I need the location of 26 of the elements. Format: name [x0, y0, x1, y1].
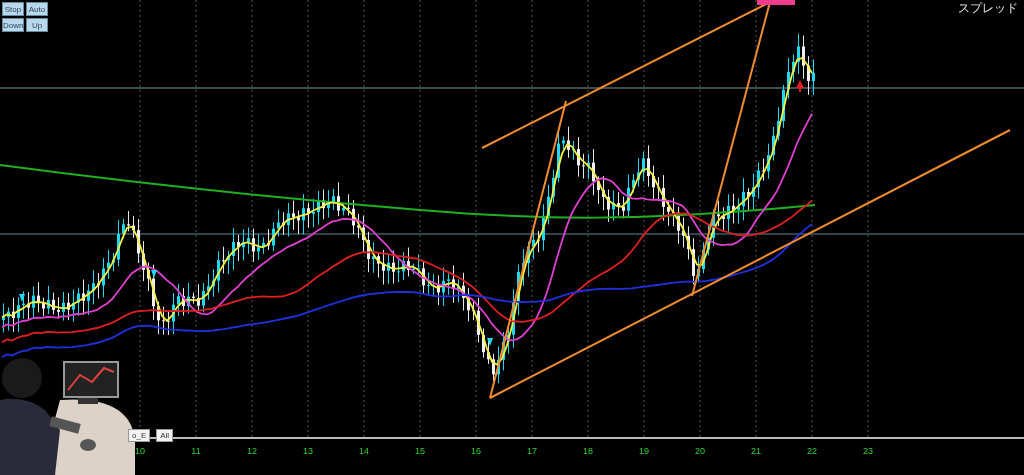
axis-label: 10 [134, 446, 146, 456]
spread-label: スプレッド [958, 1, 1018, 16]
chart-button[interactable]: Up [26, 18, 48, 32]
axis-label: 15 [414, 446, 426, 456]
arrow-icon [796, 80, 804, 92]
arrow-icon [19, 294, 25, 302]
axis-label: 20 [694, 446, 706, 456]
axis-label: 16 [470, 446, 482, 456]
arrow-icon [487, 338, 493, 346]
axis-label: 13 [302, 446, 314, 456]
axis-label: 12 [246, 446, 258, 456]
arrow-icon [151, 270, 157, 278]
axis-label: 14 [358, 446, 370, 456]
price-marker [757, 0, 795, 5]
chart-button[interactable]: Down [2, 18, 24, 32]
axis-label: 23 [862, 446, 874, 456]
chart-button[interactable]: Stop [2, 2, 24, 16]
axis-label: 18 [582, 446, 594, 456]
axis-label: 19 [638, 446, 650, 456]
axis-label: 21 [750, 446, 762, 456]
chart-button[interactable]: Auto [26, 2, 48, 16]
axis-label: 17 [526, 446, 538, 456]
axis-label: 11 [190, 446, 202, 456]
axis-label: 22 [806, 446, 818, 456]
chart-button[interactable]: o_E [128, 429, 151, 442]
chart-button[interactable]: All [156, 429, 174, 442]
